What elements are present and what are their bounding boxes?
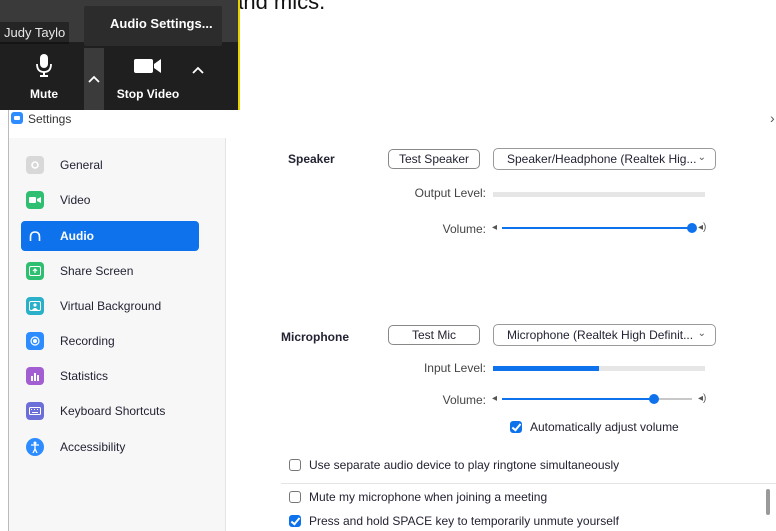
sidebar-item-label: Recording xyxy=(60,334,115,348)
separate-ringtone-label: Use separate audio device to play ringto… xyxy=(309,458,620,472)
input-level-label: Input Level: xyxy=(423,361,486,375)
statistics-icon xyxy=(26,367,44,385)
sidebar-item-video[interactable]: Video xyxy=(21,185,199,215)
window-title: Settings xyxy=(28,112,72,126)
scrollbar-thumb[interactable] xyxy=(766,489,770,515)
sidebar-item-accessibility[interactable]: Accessibility xyxy=(21,432,199,462)
microphone-device-value: Microphone (Realtek High Definit... xyxy=(507,328,694,342)
zoom-toolbar-snippet: Judy Taylo Audio Settings... Mute Stop V… xyxy=(0,0,240,110)
mute-on-join-checkbox[interactable]: Mute my microphone when joining a meetin… xyxy=(289,490,547,504)
keyboard-icon xyxy=(26,402,44,420)
output-level-label: Output Level: xyxy=(414,186,486,200)
headphones-icon xyxy=(26,227,44,245)
chevron-down-icon: ⌄ xyxy=(697,152,706,163)
mute-label: Mute xyxy=(30,87,58,101)
sidebar-item-recording[interactable]: Recording xyxy=(21,326,199,356)
slider-fill xyxy=(502,398,654,400)
speaker-volume-slider[interactable] xyxy=(502,221,697,235)
audio-settings-label: Audio Settings... xyxy=(110,16,213,31)
microphone-icon xyxy=(14,50,74,82)
checkbox[interactable] xyxy=(289,515,301,527)
sidebar-item-label: General xyxy=(60,158,103,172)
speaker-device-value: Speaker/Headphone (Realtek Hig... xyxy=(507,152,697,166)
sidebar-item-label: Virtual Background xyxy=(60,299,162,313)
volume-high-icon: ◂) xyxy=(698,393,707,404)
gear-icon xyxy=(26,156,44,174)
microphone-volume-label: Volume: xyxy=(442,393,486,407)
sidebar-item-label: Keyboard Shortcuts xyxy=(60,404,166,418)
sidebar-item-label: Share Screen xyxy=(60,264,134,278)
participant-name: Judy Taylo xyxy=(0,22,70,44)
zoom-logo-icon xyxy=(11,112,23,124)
settings-window: Settings › General Video Audio Share Scr… xyxy=(8,110,776,531)
close-icon[interactable]: › xyxy=(770,110,775,126)
chevron-down-icon: ⌄ xyxy=(697,328,706,339)
test-mic-button[interactable]: Test Mic xyxy=(388,325,480,345)
sidebar-item-label: Accessibility xyxy=(60,440,126,454)
highlight-border xyxy=(238,0,240,110)
auto-adjust-volume-checkbox[interactable]: Automatically adjust volume xyxy=(510,420,679,434)
space-to-unmute-checkbox[interactable]: Press and hold SPACE key to temporarily … xyxy=(289,514,619,528)
virtual-background-icon xyxy=(26,297,44,315)
sidebar-item-keyboard-shortcuts[interactable]: Keyboard Shortcuts xyxy=(21,396,199,426)
recording-icon xyxy=(26,332,44,350)
input-level-fill xyxy=(493,366,599,371)
slider-fill xyxy=(502,227,692,229)
video-options-caret[interactable] xyxy=(188,58,208,82)
slider-handle[interactable] xyxy=(649,394,659,404)
speaker-device-select[interactable]: Speaker/Headphone (Realtek Hig... ⌄ xyxy=(493,148,716,170)
mute-on-join-label: Mute my microphone when joining a meetin… xyxy=(309,490,548,504)
stop-video-button[interactable]: Stop Video xyxy=(108,50,188,101)
sidebar-item-label: Video xyxy=(60,193,91,207)
settings-sidebar: General Video Audio Share Screen Virtual… xyxy=(9,138,226,531)
checkbox[interactable] xyxy=(289,459,301,471)
volume-high-icon: ◂) xyxy=(698,222,707,233)
sidebar-item-label: Statistics xyxy=(60,369,109,383)
sidebar-item-share-screen[interactable]: Share Screen xyxy=(21,256,199,286)
stop-video-label: Stop Video xyxy=(116,87,180,101)
output-level-meter xyxy=(493,192,705,197)
auto-adjust-volume-label: Automatically adjust volume xyxy=(530,420,679,434)
slider-handle[interactable] xyxy=(687,223,697,233)
share-screen-icon xyxy=(26,262,44,280)
volume-low-icon: ◂ xyxy=(492,393,498,404)
title-bar: Settings › xyxy=(9,110,776,128)
sidebar-item-general[interactable]: General xyxy=(21,150,199,180)
audio-settings-panel: Speaker Test Speaker Speaker/Headphone (… xyxy=(226,128,776,531)
sidebar-item-label: Audio xyxy=(60,229,94,243)
checkbox[interactable] xyxy=(510,421,522,433)
microphone-heading: Microphone xyxy=(281,330,349,344)
audio-options-caret[interactable] xyxy=(84,48,104,110)
checkbox[interactable] xyxy=(289,491,301,503)
space-to-unmute-label: Press and hold SPACE key to temporarily … xyxy=(309,514,619,528)
accessibility-icon xyxy=(26,438,44,456)
video-camera-icon xyxy=(108,50,188,82)
audio-settings-menu-item[interactable]: Audio Settings... xyxy=(84,6,222,46)
microphone-volume-slider[interactable] xyxy=(502,392,692,406)
separate-ringtone-device-checkbox[interactable]: Use separate audio device to play ringto… xyxy=(289,458,619,472)
sidebar-item-statistics[interactable]: Statistics xyxy=(21,361,199,391)
test-speaker-button[interactable]: Test Speaker xyxy=(388,149,480,169)
speaker-heading: Speaker xyxy=(288,152,335,166)
volume-low-icon: ◂ xyxy=(492,222,498,233)
microphone-device-select[interactable]: Microphone (Realtek High Definit... ⌄ xyxy=(493,324,716,346)
mute-button[interactable]: Mute xyxy=(14,50,74,101)
video-icon xyxy=(26,191,44,209)
sidebar-item-audio[interactable]: Audio xyxy=(21,221,199,251)
divider xyxy=(281,483,776,484)
sidebar-item-virtual-background[interactable]: Virtual Background xyxy=(21,291,199,321)
speaker-volume-label: Volume: xyxy=(442,222,486,236)
input-level-meter xyxy=(493,366,705,371)
